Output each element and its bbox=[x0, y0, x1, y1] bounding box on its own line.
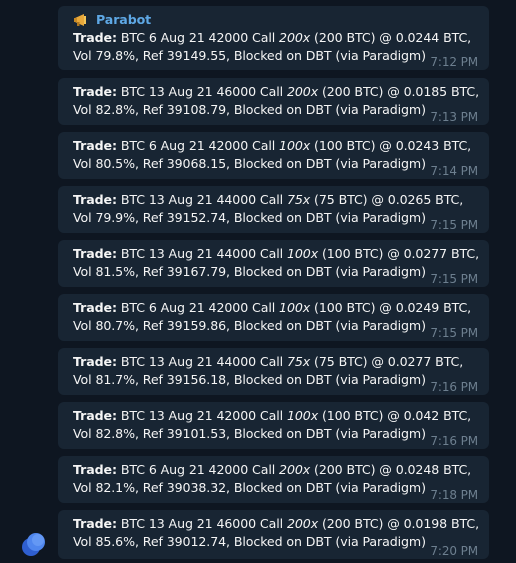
trade-prefix: BTC 13 Aug 21 42000 Call bbox=[120, 408, 284, 423]
message-text: Trade: BTC 6 Aug 21 42000 Call 200x (200… bbox=[73, 29, 479, 65]
trade-label: Trade: bbox=[73, 192, 117, 207]
chat-message[interactable]: Trade: BTC 13 Aug 21 44000 Call 75x (75 … bbox=[58, 348, 489, 395]
message-time: 7:16 PM bbox=[430, 434, 478, 448]
chat-message-list: Parabot Trade: BTC 6 Aug 21 42000 Call 2… bbox=[0, 0, 516, 563]
avatar[interactable] bbox=[20, 530, 48, 558]
trade-label: Trade: bbox=[73, 408, 117, 423]
chat-message[interactable]: Parabot Trade: BTC 6 Aug 21 42000 Call 2… bbox=[58, 6, 489, 70]
trade-multiplier: 100x bbox=[279, 138, 311, 153]
chat-message[interactable]: Trade: BTC 13 Aug 21 44000 Call 100x (10… bbox=[58, 240, 489, 287]
trade-prefix: BTC 13 Aug 21 44000 Call bbox=[120, 192, 284, 207]
chat-message[interactable]: Trade: BTC 6 Aug 21 42000 Call 100x (100… bbox=[58, 132, 489, 179]
trade-multiplier: 100x bbox=[286, 408, 319, 423]
sender-name[interactable]: Parabot bbox=[96, 11, 151, 29]
message-text: Trade: BTC 13 Aug 21 46000 Call 200x (20… bbox=[73, 83, 479, 119]
message-time: 7:15 PM bbox=[430, 218, 478, 232]
message-time: 7:15 PM bbox=[430, 326, 478, 340]
trade-prefix: BTC 13 Aug 21 44000 Call bbox=[120, 246, 284, 261]
message-text: Trade: BTC 6 Aug 21 42000 Call 100x (100… bbox=[73, 137, 479, 173]
trade-multiplier: 100x bbox=[279, 300, 311, 315]
message-time: 7:14 PM bbox=[430, 164, 478, 178]
message-time: 7:16 PM bbox=[430, 380, 478, 394]
chat-message[interactable]: Trade: BTC 13 Aug 21 42000 Call 100x (10… bbox=[58, 402, 489, 449]
trade-prefix: BTC 6 Aug 21 42000 Call bbox=[120, 462, 276, 477]
trade-label: Trade: bbox=[73, 300, 117, 315]
trade-prefix: BTC 6 Aug 21 42000 Call bbox=[120, 138, 276, 153]
message-text: Trade: BTC 13 Aug 21 42000 Call 100x (10… bbox=[73, 407, 479, 443]
trade-multiplier: 200x bbox=[279, 30, 311, 45]
message-text: Trade: BTC 6 Aug 21 42000 Call 200x (200… bbox=[73, 461, 479, 497]
parabot-avatar-icon bbox=[22, 533, 45, 556]
trade-label: Trade: bbox=[73, 246, 117, 261]
trade-multiplier: 200x bbox=[279, 462, 311, 477]
trade-multiplier: 200x bbox=[286, 84, 319, 99]
message-text: Trade: BTC 13 Aug 21 44000 Call 100x (10… bbox=[73, 245, 479, 281]
trade-prefix: BTC 6 Aug 21 42000 Call bbox=[120, 300, 276, 315]
message-text: Trade: BTC 13 Aug 21 44000 Call 75x (75 … bbox=[73, 353, 479, 389]
trade-label: Trade: bbox=[73, 138, 117, 153]
message-time: 7:18 PM bbox=[430, 488, 478, 502]
trade-label: Trade: bbox=[73, 354, 117, 369]
message-time: 7:12 PM bbox=[430, 55, 478, 69]
trade-label: Trade: bbox=[73, 30, 117, 45]
message-time: 7:15 PM bbox=[430, 272, 478, 286]
message-time: 7:20 PM bbox=[430, 544, 478, 558]
trade-multiplier: 75x bbox=[286, 354, 311, 369]
trade-label: Trade: bbox=[73, 462, 117, 477]
message-text: Trade: BTC 6 Aug 21 42000 Call 100x (100… bbox=[73, 299, 479, 335]
message-time: 7:13 PM bbox=[430, 110, 478, 124]
chat-message[interactable]: Trade: BTC 6 Aug 21 42000 Call 200x (200… bbox=[58, 456, 489, 503]
trade-label: Trade: bbox=[73, 84, 117, 99]
trade-multiplier: 100x bbox=[286, 246, 319, 261]
trade-prefix: BTC 6 Aug 21 42000 Call bbox=[120, 30, 276, 45]
trade-prefix: BTC 13 Aug 21 44000 Call bbox=[120, 354, 284, 369]
chat-message[interactable]: Trade: BTC 13 Aug 21 44000 Call 75x (75 … bbox=[58, 186, 489, 233]
trade-multiplier: 75x bbox=[286, 192, 311, 207]
sender-header: Parabot bbox=[73, 11, 479, 29]
chat-message[interactable]: Trade: BTC 13 Aug 21 46000 Call 200x (20… bbox=[58, 78, 489, 125]
chat-message[interactable]: Trade: BTC 6 Aug 21 42000 Call 100x (100… bbox=[58, 294, 489, 341]
chat-message[interactable]: Trade: BTC 13 Aug 21 46000 Call 200x (20… bbox=[58, 510, 489, 559]
trade-label: Trade: bbox=[73, 516, 117, 531]
trade-prefix: BTC 13 Aug 21 46000 Call bbox=[120, 84, 284, 99]
trade-prefix: BTC 13 Aug 21 46000 Call bbox=[120, 516, 284, 531]
message-text: Trade: BTC 13 Aug 21 44000 Call 75x (75 … bbox=[73, 191, 479, 227]
megaphone-icon bbox=[73, 13, 91, 27]
message-text: Trade: BTC 13 Aug 21 46000 Call 200x (20… bbox=[73, 515, 479, 551]
trade-multiplier: 200x bbox=[286, 516, 319, 531]
